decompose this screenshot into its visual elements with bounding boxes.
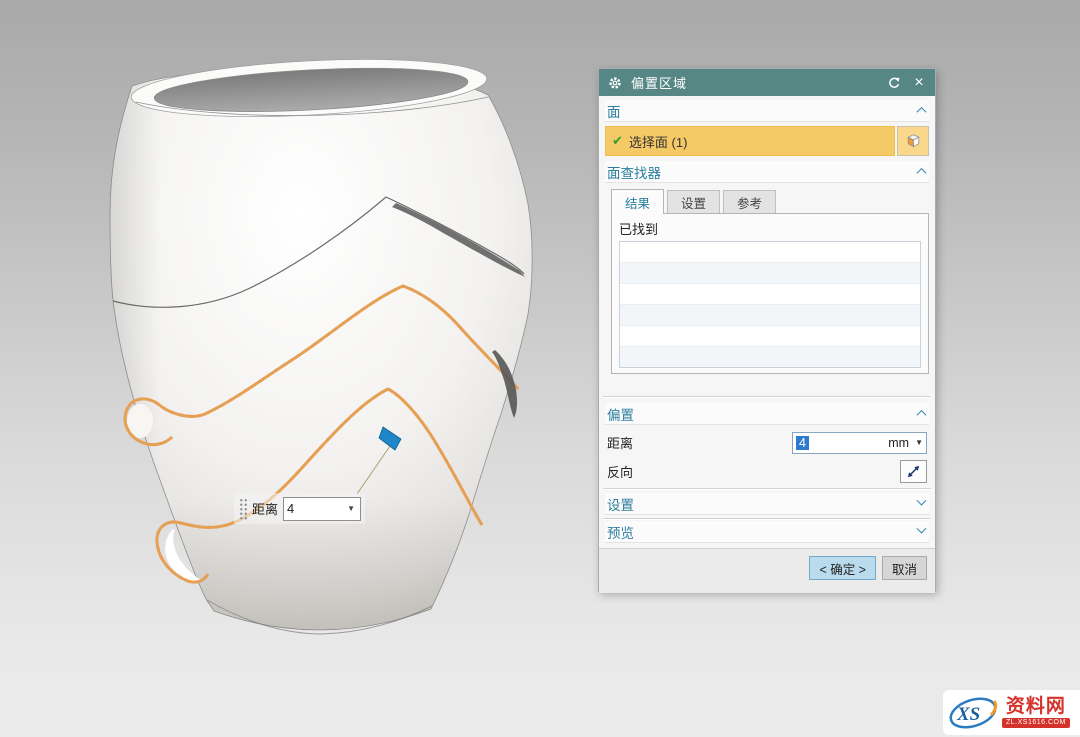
distance-unit: mm bbox=[888, 435, 910, 450]
distance-value-selected: 4 bbox=[796, 435, 809, 450]
distance-input[interactable]: 4 mm ▼ bbox=[792, 431, 927, 454]
found-label: 已找到 bbox=[619, 222, 659, 237]
distance-row: 距离 4 mm ▼ bbox=[607, 430, 927, 455]
chevron-down-icon[interactable]: ▼ bbox=[915, 438, 923, 447]
checkmark-icon: ✔ bbox=[612, 133, 623, 148]
select-face-label: 选择面 (1) bbox=[628, 134, 688, 150]
dialog-title: 偏置区域 bbox=[631, 76, 688, 91]
reverse-label: 反向 bbox=[607, 465, 634, 480]
floating-distance-value: 4 bbox=[287, 501, 295, 516]
chevron-up-icon bbox=[916, 409, 927, 420]
reset-icon[interactable] bbox=[885, 74, 903, 92]
list-item bbox=[620, 347, 920, 367]
floating-distance-label: 距离 bbox=[252, 502, 279, 517]
offset-region-dialog[interactable]: 偏置区域 × 面 ✔ 选择面 (1) 面查找器 结果 设置 参考 已找到 偏置 … bbox=[598, 68, 936, 593]
cad-viewport[interactable]: 距离 4 ▼ 偏置区域 × 面 ✔ 选择面 (1) 面查找器 结果 设置 参考 … bbox=[0, 0, 1080, 737]
preview-section-label: 预览 bbox=[607, 525, 634, 541]
select-face-row[interactable]: ✔ 选择面 (1) bbox=[605, 126, 929, 156]
chevron-up-icon bbox=[916, 106, 927, 117]
cube-icon bbox=[906, 133, 920, 147]
list-item bbox=[620, 242, 920, 263]
chevron-down-icon[interactable]: ▼ bbox=[347, 504, 357, 513]
divider bbox=[603, 488, 931, 490]
list-item bbox=[620, 305, 920, 326]
list-item bbox=[620, 326, 920, 347]
list-item bbox=[620, 263, 920, 284]
found-listbox[interactable] bbox=[619, 241, 921, 368]
divider bbox=[603, 396, 931, 398]
floating-distance-input[interactable]: 4 ▼ bbox=[283, 496, 362, 521]
tab-results[interactable]: 结果 bbox=[611, 189, 665, 214]
section-header-settings[interactable]: 设置 bbox=[605, 493, 929, 515]
drag-grip-handle[interactable] bbox=[238, 496, 247, 521]
tab-settings[interactable]: 设置 bbox=[667, 190, 721, 213]
dialog-footer: < 确定 > 取消 bbox=[599, 548, 935, 593]
face-section-label: 面 bbox=[607, 104, 621, 120]
chevron-up-icon bbox=[916, 167, 927, 178]
ok-button[interactable]: < 确定 > bbox=[809, 556, 876, 580]
floating-distance-bar[interactable]: 距离 4 ▼ bbox=[234, 493, 366, 524]
gear-icon[interactable] bbox=[606, 74, 624, 92]
watermark-site-name: 资料网 bbox=[1005, 696, 1066, 717]
distance-label: 距离 bbox=[607, 436, 634, 451]
reverse-direction-button[interactable] bbox=[900, 460, 927, 483]
dialog-titlebar[interactable]: 偏置区域 × bbox=[599, 69, 935, 96]
chevron-down-icon bbox=[916, 495, 927, 506]
face-finder-tabs: 结果 设置 参考 bbox=[611, 189, 929, 214]
section-header-offset[interactable]: 偏置 bbox=[605, 403, 929, 425]
face-finder-panel: 已找到 bbox=[611, 214, 929, 374]
face-rule-cube-button[interactable] bbox=[897, 126, 929, 156]
face-finder-label: 面查找器 bbox=[607, 165, 661, 181]
xs-logo-icon: XS bbox=[949, 696, 998, 729]
section-header-face-finder[interactable]: 面查找器 bbox=[605, 161, 929, 183]
reverse-row: 反向 bbox=[607, 459, 927, 484]
select-face-field[interactable]: ✔ 选择面 (1) bbox=[605, 126, 895, 156]
svg-text:XS: XS bbox=[956, 704, 980, 725]
watermark-logo: XS 资料网 ZL.XS1616.COM bbox=[943, 690, 1080, 735]
cancel-button[interactable]: 取消 bbox=[881, 556, 927, 580]
section-header-preview[interactable]: 预览 bbox=[605, 521, 929, 543]
watermark-site-url: ZL.XS1616.COM bbox=[1002, 718, 1070, 728]
offset-section-label: 偏置 bbox=[607, 407, 634, 423]
divider bbox=[603, 518, 931, 520]
tab-reference[interactable]: 参考 bbox=[723, 190, 777, 213]
list-item bbox=[620, 284, 920, 305]
settings-section-label: 设置 bbox=[607, 497, 634, 513]
section-header-face[interactable]: 面 bbox=[605, 100, 929, 122]
chevron-down-icon bbox=[916, 523, 927, 534]
vase-3d-model[interactable] bbox=[0, 0, 640, 700]
close-icon[interactable]: × bbox=[910, 74, 928, 92]
reverse-direction-icon bbox=[907, 465, 920, 478]
